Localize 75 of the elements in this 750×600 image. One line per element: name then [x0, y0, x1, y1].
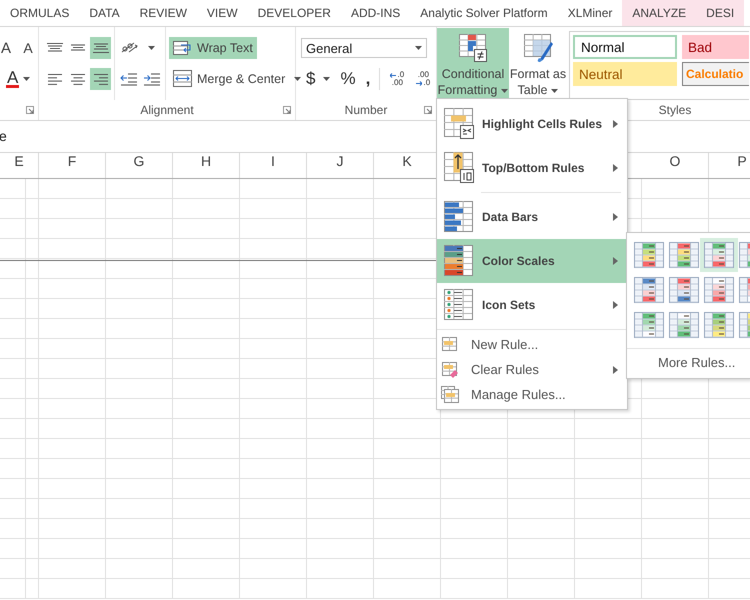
column-header[interactable]: O — [642, 153, 709, 178]
indent-icon — [142, 71, 160, 87]
column-header[interactable]: P — [709, 153, 750, 178]
highlight-rules-icon — [443, 107, 475, 141]
align-lines-icon — [92, 43, 108, 53]
dialog-launcher-icon[interactable] — [26, 106, 34, 114]
column-header[interactable]: I — [240, 153, 307, 178]
font-color-button[interactable]: A — [0, 68, 30, 90]
manage-rules-icon — [441, 386, 459, 404]
clear-rules-icon — [441, 360, 459, 378]
cell-style[interactable]: Neutral — [573, 62, 677, 86]
arrow-icon — [416, 80, 422, 86]
percent-button[interactable]: % — [335, 68, 361, 90]
menu-item[interactable]: Clear Rules — [437, 357, 627, 382]
align-lines-icon — [70, 74, 86, 84]
align-lines-icon — [46, 74, 62, 84]
column-header[interactable]: F — [39, 153, 106, 178]
menu-item[interactable]: Color Scales — [437, 239, 627, 283]
caret-icon — [501, 88, 508, 93]
group-label: Number — [344, 103, 388, 117]
color-scale-option[interactable] — [634, 276, 664, 302]
bottom-align-button[interactable] — [90, 37, 111, 59]
dialog-launcher-icon[interactable] — [283, 106, 291, 114]
more-rules-item[interactable]: More Rules... — [658, 355, 736, 370]
align-lines-icon — [46, 43, 62, 53]
decrease-decimal-button[interactable]: .00 .0 — [410, 68, 436, 90]
color-scale-option[interactable] — [704, 242, 734, 268]
wrap-text-button[interactable]: Wrap Text — [169, 37, 257, 59]
color-scale-option[interactable] — [704, 312, 734, 338]
caret-icon — [415, 46, 422, 50]
cell-style[interactable]: Normal — [573, 35, 677, 59]
caret-icon — [294, 77, 302, 81]
align-lines-icon — [70, 43, 86, 53]
column-header[interactable]: G — [106, 153, 173, 178]
menu-item[interactable]: Highlight Cells Rules — [437, 102, 627, 146]
conditional-formatting-button[interactable]: Conditional Formatting — [437, 28, 509, 100]
menu-item[interactable]: Manage Rules... — [437, 382, 627, 407]
color-scale-option[interactable] — [668, 312, 698, 338]
column-header[interactable]: H — [173, 153, 240, 178]
increase-decimal-button[interactable]: .0 .00 — [384, 68, 410, 90]
wrap-text-icon — [173, 40, 193, 56]
color-scale-option[interactable] — [634, 312, 664, 338]
caret-icon — [323, 77, 330, 81]
data-bars-icon — [443, 200, 475, 234]
caret-icon — [148, 46, 155, 50]
align-lines-icon — [92, 74, 108, 84]
top-bottom-rules-icon — [443, 151, 475, 185]
menu-item[interactable]: Data Bars — [437, 195, 627, 239]
column-header[interactable]: J — [307, 153, 374, 178]
arrow-icon — [390, 72, 396, 78]
color-scale-option[interactable] — [668, 242, 698, 268]
caret-icon — [23, 77, 30, 81]
indent-icon — [120, 71, 138, 87]
conditional-formatting-icon — [457, 32, 489, 64]
align-right-button[interactable] — [90, 68, 111, 90]
color-scale-option[interactable] — [668, 276, 698, 302]
ribbon-tab[interactable]: DESI — [696, 0, 744, 26]
number-format-dropdown[interactable]: General — [301, 38, 427, 58]
color-scale-option[interactable] — [634, 242, 664, 268]
merge-icon — [173, 70, 193, 88]
column-header[interactable]: E — [0, 153, 39, 178]
group-label: Alignment — [140, 103, 194, 117]
icon-sets-icon — [443, 288, 475, 322]
ribbon-tab[interactable]: ANALYZE — [622, 0, 696, 26]
group-label: Styles — [658, 103, 692, 118]
caret-icon — [551, 88, 558, 93]
comma-button[interactable]: , — [360, 68, 376, 90]
shrink-font-button[interactable]: A — [18, 37, 38, 59]
color-scales-icon — [443, 244, 475, 278]
menu-item[interactable]: Top/Bottom Rules — [437, 146, 627, 190]
cell-style[interactable]: Bad — [682, 35, 749, 59]
grow-font-button[interactable]: A — [0, 37, 16, 59]
dialog-launcher-icon[interactable] — [424, 106, 432, 114]
color-scale-option[interactable] — [704, 276, 734, 302]
format-table-icon — [522, 32, 554, 64]
